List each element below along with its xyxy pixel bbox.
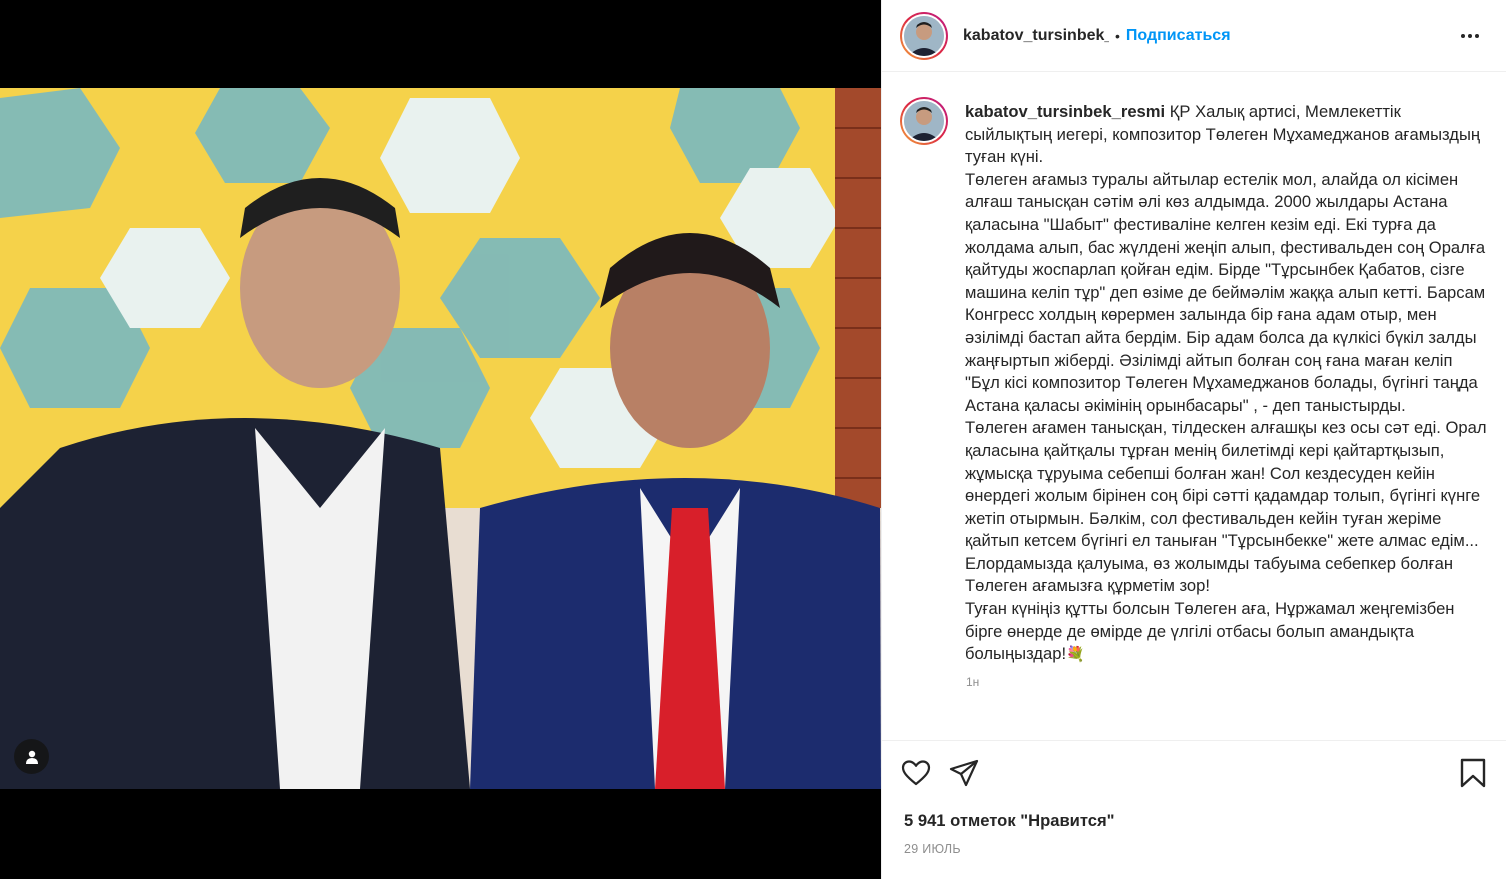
photo-illustration — [0, 88, 881, 789]
post-dialog: kabatov_tursinbek_resmi • Подписаться — [0, 0, 1506, 879]
post-photo[interactable] — [0, 88, 881, 789]
more-options-button[interactable] — [1460, 26, 1480, 51]
caption-username[interactable]: kabatov_tursinbek_resmi — [965, 102, 1165, 121]
comments-area[interactable]: kabatov_tursinbek_resmi ҚР Халық артисі,… — [882, 73, 1506, 739]
caption-comment: kabatov_tursinbek_resmi ҚР Халық артисі,… — [900, 97, 1488, 667]
like-button[interactable] — [900, 757, 932, 794]
profile-picture — [904, 15, 944, 56]
share-icon — [949, 759, 979, 787]
caption-body: ҚР Халық артисі, Мемлекеттік сыйлықтың и… — [965, 102, 1487, 664]
profile-picture — [904, 101, 944, 141]
share-button[interactable] — [948, 757, 980, 794]
user-tag-icon — [25, 750, 38, 764]
heart-icon — [901, 760, 931, 786]
comment-time[interactable]: 1н — [966, 675, 1488, 689]
header-username[interactable]: kabatov_tursinbek_resmi — [963, 27, 1109, 45]
likes-count[interactable]: 5 941 отметок "Нравится" — [904, 811, 1115, 831]
post-media — [0, 0, 881, 879]
user-tag-button[interactable] — [14, 739, 49, 774]
more-options-icon — [1461, 34, 1479, 38]
post-header: kabatov_tursinbek_resmi • Подписаться — [882, 0, 1506, 72]
post-date[interactable]: 29 ИЮЛЬ — [904, 842, 961, 856]
post-sidebar: kabatov_tursinbek_resmi • Подписаться — [881, 0, 1506, 879]
follow-button[interactable]: Подписаться — [1126, 27, 1231, 45]
bookmark-icon — [1460, 758, 1486, 788]
separator-dot: • — [1115, 27, 1120, 44]
bouquet-emoji: 💐 — [1066, 646, 1085, 664]
caption-text: kabatov_tursinbek_resmi ҚР Халық артисі,… — [965, 101, 1487, 667]
save-button[interactable] — [1458, 757, 1488, 794]
avatar[interactable] — [900, 97, 948, 145]
avatar[interactable] — [900, 11, 948, 60]
post-actions: 5 941 отметок "Нравится" 29 ИЮЛЬ — [882, 740, 1506, 879]
